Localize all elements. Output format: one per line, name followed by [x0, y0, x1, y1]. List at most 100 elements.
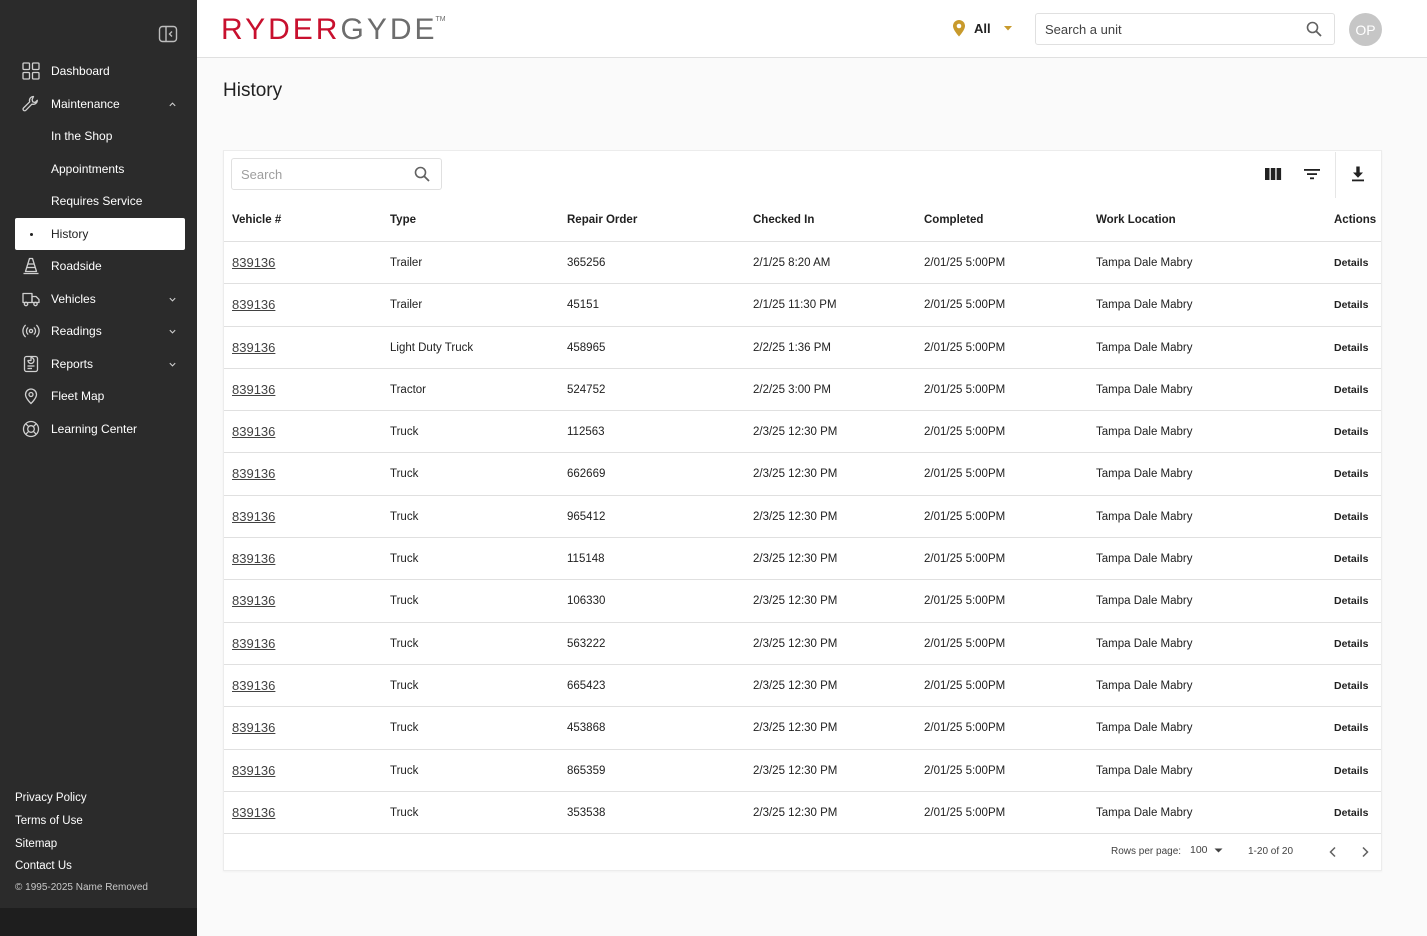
work-location-cell: Tampa Dale Mabry	[1096, 806, 1193, 819]
terms-of-use-link[interactable]: Terms of Use	[15, 812, 87, 835]
vehicle-link[interactable]: 839136	[232, 255, 275, 270]
details-button[interactable]: Details	[1334, 722, 1368, 734]
sidebar-item-fleet-map[interactable]: Fleet Map	[15, 380, 185, 413]
details-button[interactable]: Details	[1334, 680, 1368, 692]
vehicle-link[interactable]: 839136	[232, 297, 275, 312]
column-header-vehicle[interactable]: Vehicle #	[232, 214, 281, 226]
type-cell: Truck	[390, 553, 419, 566]
details-button[interactable]: Details	[1334, 426, 1368, 438]
columns-icon[interactable]	[1264, 165, 1282, 183]
rows-per-page-label: Rows per page:	[1111, 846, 1182, 857]
table-row: 839136 Truck 965412 2/3/25 12:30 PM 2/01/25 …	[224, 496, 1381, 539]
vehicle-link[interactable]: 839136	[232, 466, 275, 481]
type-cell: Truck	[390, 637, 419, 650]
previous-page-icon[interactable]	[1325, 844, 1341, 860]
sidebar-collapse-icon[interactable]	[158, 24, 178, 44]
vehicle-link[interactable]: 839136	[232, 720, 275, 735]
sidebar-item-vehicles[interactable]: Vehicles	[15, 283, 185, 316]
rows-per-page-value: 100	[1190, 844, 1208, 856]
column-header-completed[interactable]: Completed	[924, 214, 983, 226]
sidebar-item-label: Dashboard	[51, 64, 110, 79]
app-logo[interactable]: RYDERGYDETM	[221, 13, 448, 55]
truck-icon	[22, 292, 40, 306]
sidebar-item-roadside[interactable]: Roadside	[15, 250, 185, 283]
vehicle-link[interactable]: 839136	[232, 805, 275, 820]
vehicle-link[interactable]: 839136	[232, 340, 275, 355]
details-button[interactable]: Details	[1334, 807, 1368, 819]
details-button[interactable]: Details	[1334, 468, 1368, 480]
user-avatar[interactable]: OP	[1349, 13, 1382, 46]
table-search-input[interactable]	[232, 159, 402, 189]
details-button[interactable]: Details	[1334, 342, 1368, 354]
vehicle-link[interactable]: 839136	[232, 509, 275, 524]
vehicle-link[interactable]: 839136	[232, 678, 275, 693]
sidebar-item-readings[interactable]: Readings	[15, 315, 185, 348]
sidebar-item-label: Fleet Map	[51, 389, 105, 404]
repair-order-cell: 353538	[567, 806, 606, 819]
details-button[interactable]: Details	[1334, 553, 1368, 565]
sidebar-item-appointments[interactable]: Appointments	[15, 153, 185, 186]
details-button[interactable]: Details	[1334, 595, 1368, 607]
location-filter-value: All	[974, 20, 991, 36]
checked-in-cell: 2/2/25 3:00 PM	[753, 383, 831, 396]
checked-in-cell: 2/2/25 1:36 PM	[753, 341, 831, 354]
type-cell: Light Duty Truck	[390, 341, 474, 354]
completed-cell: 2/01/25 5:00PM	[924, 468, 1006, 481]
repair-order-cell: 965412	[567, 510, 606, 523]
sidebar-item-learning-center[interactable]: Learning Center	[15, 413, 185, 446]
table-row: 839136 Truck 563222 2/3/25 12:30 PM 2/01/25 …	[224, 623, 1381, 665]
history-table-card: Vehicle # Type Repair Order Checked In C…	[223, 150, 1382, 871]
column-header-work-location[interactable]: Work Location	[1096, 214, 1176, 226]
details-button[interactable]: Details	[1334, 511, 1368, 523]
checked-in-cell: 2/3/25 12:30 PM	[753, 595, 838, 608]
checked-in-cell: 2/3/25 12:30 PM	[753, 806, 838, 819]
sidebar-bottom-bar	[0, 908, 197, 936]
completed-cell: 2/01/25 5:00PM	[924, 341, 1006, 354]
chevron-down-icon	[169, 329, 176, 334]
filter-icon[interactable]	[1303, 165, 1321, 183]
vehicle-link[interactable]: 839136	[232, 763, 275, 778]
sidebar-item-in-the-shop[interactable]: In the Shop	[15, 120, 185, 153]
column-header-repair-order[interactable]: Repair Order	[567, 214, 637, 226]
logo-text-gyde: GYDE	[340, 13, 438, 46]
sidebar-item-maintenance[interactable]: Maintenance	[15, 88, 185, 121]
unit-search-input[interactable]	[1036, 14, 1286, 44]
sidebar-item-dashboard[interactable]: Dashboard	[15, 55, 185, 88]
vehicle-link[interactable]: 839136	[232, 593, 275, 608]
work-location-cell: Tampa Dale Mabry	[1096, 722, 1193, 735]
sidebar-item-history[interactable]: History	[15, 217, 185, 250]
vehicle-link[interactable]: 839136	[232, 551, 275, 566]
column-header-type[interactable]: Type	[390, 214, 416, 226]
details-button[interactable]: Details	[1334, 765, 1368, 777]
sidebar-item-requires-service[interactable]: Requires Service	[15, 185, 185, 218]
repair-order-cell: 106330	[567, 595, 606, 608]
sidebar: Dashboard Maintenance In the Shop Appoin…	[0, 0, 197, 936]
details-button[interactable]: Details	[1334, 257, 1368, 269]
table-row: 839136 Truck 106330 2/3/25 12:30 PM 2/01/25 …	[224, 580, 1381, 623]
column-header-checked-in[interactable]: Checked In	[753, 214, 814, 226]
caret-down-icon	[1003, 26, 1012, 31]
table-row: 839136 Truck 112563 2/3/25 12:30 PM 2/01/25 …	[224, 411, 1381, 454]
sidebar-item-label: History	[51, 226, 89, 241]
checked-in-cell: 2/1/25 11:30 PM	[753, 299, 837, 312]
rows-per-page-select[interactable]: 100	[1190, 844, 1223, 856]
contact-us-link[interactable]: Contact Us	[15, 857, 87, 880]
sidebar-item-reports[interactable]: Reports	[15, 348, 185, 381]
completed-cell: 2/01/25 5:00PM	[924, 637, 1006, 650]
next-page-icon[interactable]	[1357, 844, 1373, 860]
vehicle-link[interactable]: 839136	[232, 636, 275, 651]
sitemap-link[interactable]: Sitemap	[15, 835, 87, 858]
search-icon[interactable]	[414, 166, 430, 182]
completed-cell: 2/01/25 5:00PM	[924, 764, 1006, 777]
download-icon[interactable]	[1349, 165, 1367, 183]
vehicle-link[interactable]: 839136	[232, 382, 275, 397]
completed-cell: 2/01/25 5:00PM	[924, 510, 1006, 523]
location-filter-dropdown[interactable]: All	[952, 19, 1013, 37]
vehicle-link[interactable]: 839136	[232, 424, 275, 439]
checked-in-cell: 2/3/25 12:30 PM	[753, 722, 838, 735]
search-icon[interactable]	[1306, 21, 1322, 37]
details-button[interactable]: Details	[1334, 638, 1368, 650]
details-button[interactable]: Details	[1334, 299, 1368, 311]
details-button[interactable]: Details	[1334, 384, 1368, 396]
privacy-policy-link[interactable]: Privacy Policy	[15, 789, 87, 812]
